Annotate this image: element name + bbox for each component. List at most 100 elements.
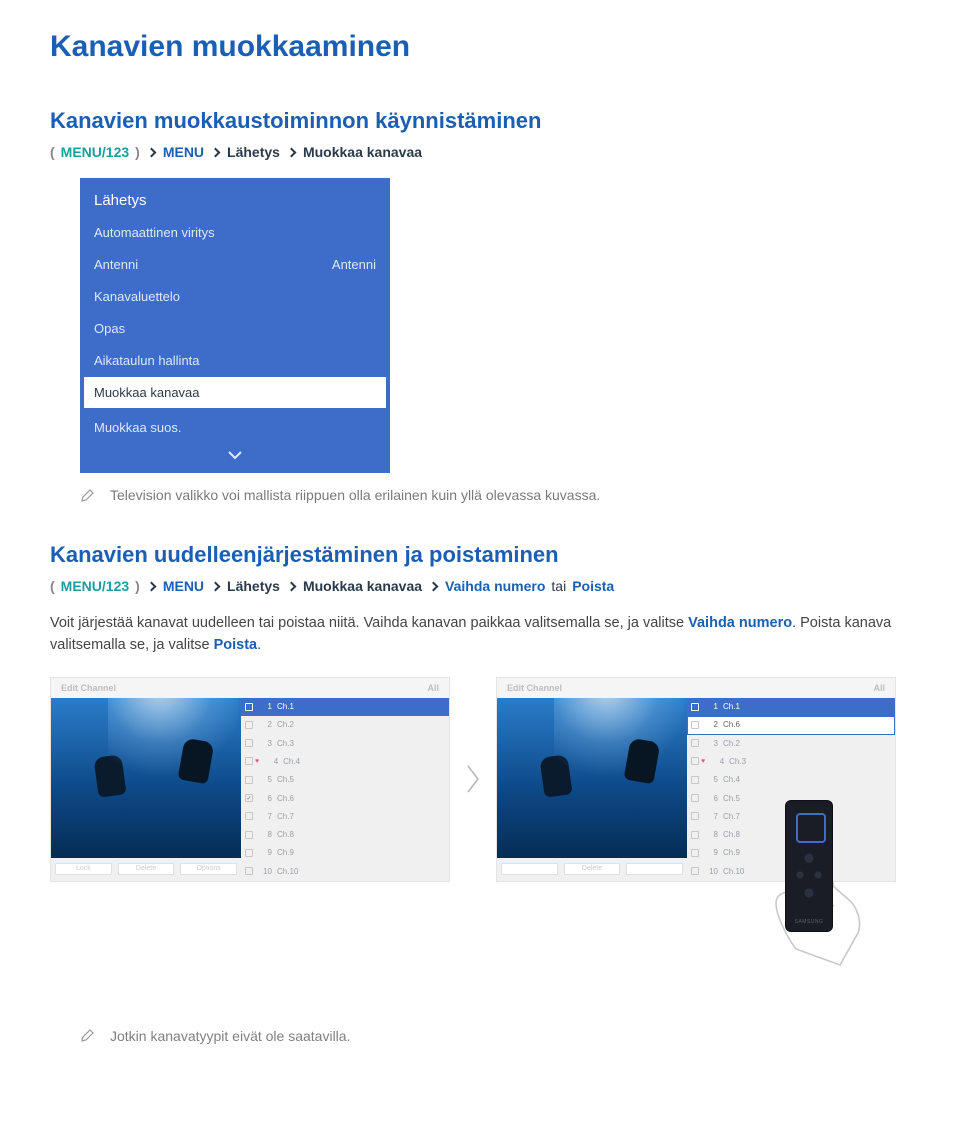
screen-title: Edit Channel [507, 683, 562, 693]
bc-menu: MENU [163, 144, 204, 160]
breadcrumb-2: (MENU/123) MENU Lähetys Muokkaa kanavaa … [50, 578, 910, 594]
checkbox-icon[interactable] [245, 849, 253, 857]
channel-row[interactable]: ♥4Ch.4 [241, 753, 449, 771]
channel-number: 8 [704, 830, 718, 839]
preview-image [51, 698, 241, 858]
body-t3: . [257, 637, 261, 653]
panel-item-edit-channel[interactable]: Muokkaa kanavaa [84, 377, 386, 408]
checkbox-icon[interactable] [691, 794, 699, 802]
channel-list: 1Ch.12Ch.63Ch.2♥4Ch.35Ch.46Ch.57Ch.7 8 Ch.… [687, 698, 895, 881]
checkbox-icon[interactable] [245, 757, 253, 765]
bc-p1: Lähetys [227, 578, 280, 594]
channel-row[interactable]: 3 Ch.3 [241, 735, 449, 753]
panel-item-channellist[interactable]: Kanavaluettelo [80, 279, 390, 311]
panel-label: Muokkaa suos. [94, 420, 181, 435]
panel-item-edit-fav[interactable]: Muokkaa suos. [80, 410, 390, 442]
channel-row[interactable]: 6Ch.5 [687, 789, 895, 807]
checkbox-icon[interactable] [245, 867, 253, 875]
channel-row[interactable]: 1Ch.1 [687, 698, 895, 716]
link-poista: Poista [214, 637, 258, 653]
channel-row[interactable]: 7Ch.7 [241, 808, 449, 826]
channel-name: Ch.5 [723, 794, 740, 803]
channel-row[interactable]: 10Ch.10 [241, 863, 449, 881]
panel-label: Opas [94, 321, 125, 336]
checkbox-icon[interactable] [691, 739, 699, 747]
channel-number: 2 [258, 720, 272, 729]
footnote: Jotkin kanavatyypit eivät ole saatavilla… [80, 1027, 910, 1046]
checkbox-icon[interactable] [691, 703, 699, 711]
channel-name: Ch.1 [723, 702, 740, 711]
channel-number: 7 [258, 812, 272, 821]
channel-row[interactable]: 7Ch.7 [687, 808, 895, 826]
channel-row[interactable]: 2Ch.2 [241, 716, 449, 734]
checkbox-icon[interactable] [691, 812, 699, 820]
channel-row[interactable]: 9Ch.9 [687, 844, 895, 862]
panel-item-antenna[interactable]: Antenni Antenni [80, 247, 390, 279]
checkbox-icon[interactable] [691, 867, 699, 875]
channel-row[interactable]: 10 Ch.10 [687, 863, 895, 881]
channel-row[interactable]: 8 Ch.8 [687, 826, 895, 844]
channel-row[interactable]: 1 Ch.1 [241, 698, 449, 716]
checkbox-icon[interactable] [691, 721, 699, 729]
channel-name: Ch.6 [723, 720, 740, 729]
channel-name: Ch.8 [723, 830, 740, 839]
panel-scroll-down[interactable] [80, 442, 390, 473]
chevron-right-icon [211, 581, 221, 591]
checkbox-icon[interactable] [691, 849, 699, 857]
breadcrumb-1: (MENU/123) MENU Lähetys Muokkaa kanavaa [50, 144, 910, 160]
channel-name: Ch.1 [277, 702, 294, 711]
checkbox-icon[interactable] [245, 721, 253, 729]
chevron-right-icon [211, 147, 221, 157]
channel-name: Ch.10 [723, 867, 744, 876]
channel-row[interactable]: 2Ch.6 [687, 716, 895, 734]
screenshot-after: Edit Channel All Delete 1Ch.12Ch.63Ch.2♥… [496, 677, 896, 882]
checkbox-icon[interactable] [245, 831, 253, 839]
options-button[interactable]: Options [180, 863, 237, 875]
checkbox-icon[interactable] [245, 739, 253, 747]
channel-number: 4 [264, 757, 278, 766]
channel-row[interactable]: 5Ch.4 [687, 771, 895, 789]
checkbox-icon[interactable]: ✓ [245, 794, 253, 802]
bc-menu123: MENU/123 [61, 578, 129, 594]
delete-button[interactable]: Delete [118, 863, 175, 875]
channel-name: Ch.6 [277, 794, 294, 803]
channel-name: Ch.3 [277, 739, 294, 748]
preview-pane: Delete [497, 698, 687, 881]
panel-item-schedule[interactable]: Aikataulun hallinta [80, 343, 390, 375]
channel-number: 3 [258, 739, 272, 748]
channel-name: Ch.9 [723, 848, 740, 857]
checkbox-icon[interactable] [691, 831, 699, 839]
channel-row[interactable]: ♥4Ch.3 [687, 753, 895, 771]
checkbox-icon[interactable] [691, 776, 699, 784]
delete-button[interactable]: Delete [564, 863, 621, 875]
channel-row[interactable]: ✓6Ch.6 [241, 789, 449, 807]
checkbox-icon[interactable] [245, 776, 253, 784]
pencil-icon [80, 487, 96, 506]
panel-item-auto[interactable]: Automaattinen viritys [80, 215, 390, 247]
channel-row[interactable]: 8Ch.8 [241, 826, 449, 844]
lock-button[interactable]: Lock [55, 863, 112, 875]
channel-number: 1 [258, 702, 272, 711]
checkbox-icon[interactable] [245, 703, 253, 711]
preview-image [497, 698, 687, 858]
chevron-right-icon [287, 147, 297, 157]
chevron-right-large-icon [466, 764, 480, 794]
panel-label: Antenni [94, 257, 138, 272]
checkbox-icon[interactable] [691, 757, 699, 765]
channel-name: Ch.7 [723, 812, 740, 821]
link-vaihda-numero: Vaihda numero [688, 615, 792, 631]
panel-label: Automaattinen viritys [94, 225, 215, 240]
bc-tai: tai [551, 578, 566, 594]
panel-label: Kanavaluettelo [94, 289, 180, 304]
panel-item-guide[interactable]: Opas [80, 311, 390, 343]
note-1: Television valikko voi mallista riippuen… [80, 487, 910, 506]
chevron-down-icon [228, 450, 242, 460]
bc-p1: Lähetys [227, 144, 280, 160]
channel-row[interactable]: 3Ch.2 [687, 735, 895, 753]
channel-number: 10 [704, 867, 718, 876]
section2-heading: Kanavien uudelleenjärjestäminen ja poist… [50, 542, 910, 568]
checkbox-icon[interactable] [245, 812, 253, 820]
channel-row[interactable]: 5Ch.5 [241, 771, 449, 789]
channel-row[interactable]: 9Ch.9 [241, 844, 449, 862]
chevron-right-icon [146, 147, 156, 157]
